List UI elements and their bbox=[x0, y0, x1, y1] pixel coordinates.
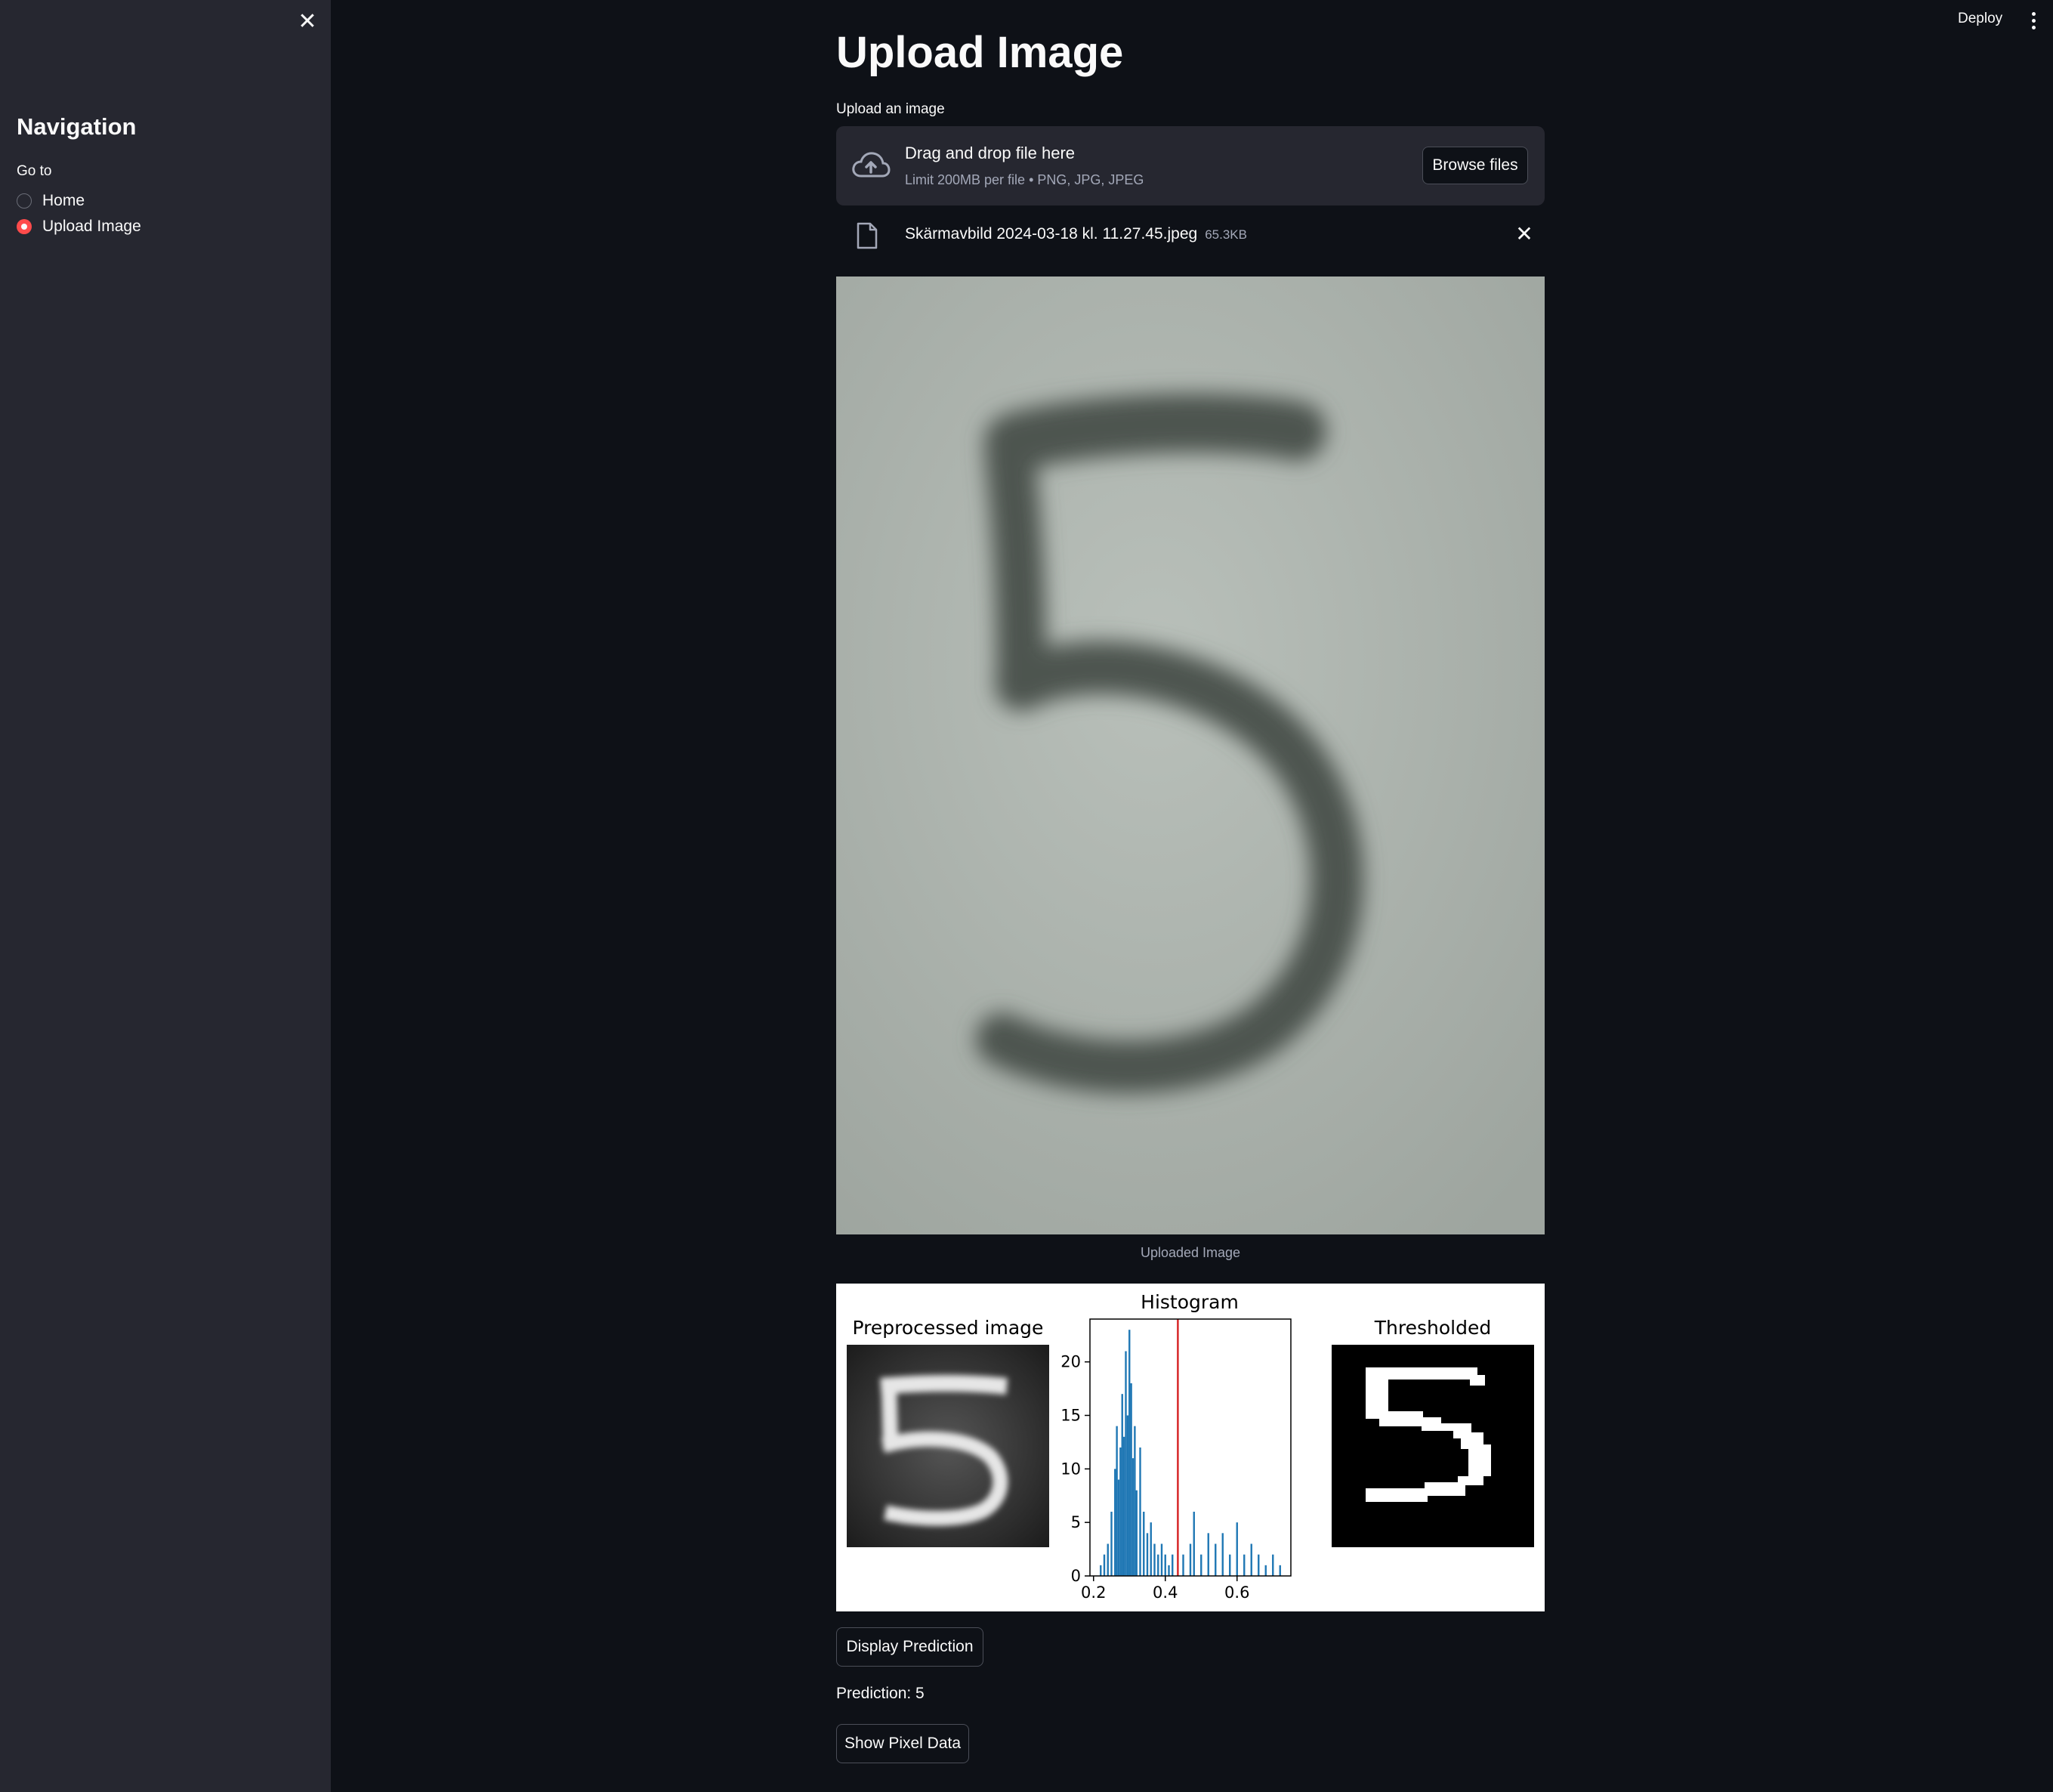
y-tick-label: 15 bbox=[1060, 1407, 1081, 1425]
radio-label-home: Home bbox=[42, 192, 85, 209]
close-icon: ✕ bbox=[298, 9, 317, 34]
histogram-bar bbox=[1200, 1554, 1202, 1576]
radio-option-home[interactable]: Home bbox=[17, 188, 85, 214]
matplotlib-figure: Preprocessed image Thresholded Histogram… bbox=[836, 1284, 1545, 1611]
dropzone-limit-text: Limit 200MB per file • PNG, JPG, JPEG bbox=[905, 172, 1144, 187]
file-uploader-label: Upload an image bbox=[836, 101, 945, 117]
histogram-bar bbox=[1215, 1543, 1217, 1576]
histogram-bar bbox=[1164, 1554, 1166, 1576]
preprocessed-title: Preprocessed image bbox=[853, 1317, 1044, 1339]
close-sidebar-button[interactable]: ✕ bbox=[295, 9, 320, 35]
more-vertical-icon bbox=[2031, 11, 2036, 16]
histogram-y-ticks: 0 5 10 15 20 bbox=[1060, 1353, 1090, 1585]
show-pixel-data-button[interactable]: Show Pixel Data bbox=[836, 1724, 969, 1763]
histogram-bar bbox=[1131, 1458, 1135, 1576]
browse-files-button[interactable]: Browse files bbox=[1422, 147, 1528, 184]
file-dropzone[interactable]: Drag and drop file here Limit 200MB per … bbox=[836, 126, 1545, 205]
histogram-bar bbox=[1146, 1533, 1149, 1576]
file-size: 65.3KB bbox=[1205, 227, 1247, 242]
histogram-bar bbox=[1143, 1512, 1145, 1576]
histogram-bar bbox=[1243, 1554, 1246, 1576]
histogram-bar bbox=[1279, 1565, 1281, 1576]
histogram-bar bbox=[1114, 1469, 1116, 1576]
display-prediction-button[interactable]: Display Prediction bbox=[836, 1627, 983, 1667]
histogram-bar bbox=[1229, 1554, 1231, 1576]
histogram-bar bbox=[1272, 1554, 1274, 1576]
histogram-bar bbox=[1150, 1522, 1152, 1576]
radio-button[interactable] bbox=[17, 193, 32, 209]
file-icon bbox=[857, 222, 878, 249]
y-tick-label: 20 bbox=[1060, 1353, 1081, 1371]
x-tick-label: 0.6 bbox=[1224, 1583, 1249, 1602]
histogram-bar bbox=[1189, 1543, 1192, 1576]
histogram-bar bbox=[1182, 1554, 1184, 1576]
histogram-bar bbox=[1236, 1522, 1238, 1576]
thresholded-title: Thresholded bbox=[1374, 1317, 1491, 1339]
histogram-bar bbox=[1121, 1394, 1123, 1576]
page-title: Upload Image bbox=[836, 28, 1124, 77]
histogram-bar bbox=[1103, 1554, 1106, 1576]
histogram-title: Histogram bbox=[1141, 1291, 1239, 1313]
x-tick-label: 0.2 bbox=[1081, 1583, 1106, 1602]
histogram-bar bbox=[1125, 1351, 1127, 1576]
histogram-bar bbox=[1126, 1415, 1129, 1576]
main-menu-button[interactable] bbox=[2024, 8, 2042, 33]
dropzone-instructions: Drag and drop file here bbox=[905, 144, 1076, 162]
uploaded-file-item: Skärmavbild 2024-03-18 kl. 11.27.45.jpeg… bbox=[836, 216, 1545, 255]
y-tick-label: 0 bbox=[1071, 1567, 1081, 1585]
histogram-bar bbox=[1128, 1330, 1131, 1576]
radio-label-upload-image: Upload Image bbox=[42, 218, 141, 235]
histogram-bar bbox=[1153, 1543, 1156, 1576]
y-tick-label: 5 bbox=[1071, 1513, 1081, 1531]
histogram-bars bbox=[1100, 1330, 1281, 1576]
radio-button-selected[interactable] bbox=[17, 219, 32, 234]
histogram-bar bbox=[1139, 1448, 1141, 1576]
histogram-bar bbox=[1119, 1448, 1122, 1576]
histogram-bar bbox=[1122, 1436, 1125, 1576]
histogram-bar bbox=[1100, 1565, 1102, 1576]
histogram-bar bbox=[1160, 1543, 1163, 1576]
cloud-upload-icon bbox=[852, 152, 891, 178]
radio-group-label: Go to bbox=[17, 163, 52, 179]
histogram-bar bbox=[1157, 1554, 1159, 1576]
histogram-x-ticks: 0.2 0.4 0.6 bbox=[1081, 1576, 1249, 1602]
histogram-bar bbox=[1258, 1554, 1260, 1576]
deploy-button[interactable]: Deploy bbox=[1952, 8, 2008, 30]
histogram-bar bbox=[1117, 1479, 1120, 1576]
uploaded-image bbox=[836, 277, 1545, 1234]
histogram-bar bbox=[1207, 1533, 1209, 1576]
y-tick-label: 10 bbox=[1060, 1460, 1081, 1478]
histogram-bar bbox=[1110, 1512, 1113, 1576]
remove-file-button[interactable]: ✕ bbox=[1513, 221, 1536, 248]
histogram-bar bbox=[1193, 1512, 1195, 1576]
image-caption: Uploaded Image bbox=[1140, 1245, 1241, 1260]
x-tick-label: 0.4 bbox=[1153, 1583, 1178, 1602]
histogram-bar bbox=[1130, 1383, 1132, 1576]
file-name-text: Skärmavbild 2024-03-18 kl. 11.27.45.jpeg bbox=[905, 225, 1198, 243]
close-icon: ✕ bbox=[1515, 222, 1533, 246]
sidebar-title: Navigation bbox=[17, 113, 137, 140]
file-name: Skärmavbild 2024-03-18 kl. 11.27.45.jpeg… bbox=[905, 225, 1247, 243]
histogram-bar bbox=[1107, 1543, 1109, 1576]
thresholded-image bbox=[1332, 1345, 1534, 1547]
histogram-bar bbox=[1135, 1490, 1138, 1576]
prediction-text: Prediction: 5 bbox=[836, 1685, 925, 1702]
histogram-bar bbox=[1221, 1533, 1224, 1576]
sidebar: ✕ Navigation Go to Home Upload Image bbox=[0, 0, 331, 1792]
histogram-bar bbox=[1172, 1554, 1174, 1576]
histogram-bar bbox=[1250, 1543, 1252, 1576]
radio-option-upload-image[interactable]: Upload Image bbox=[17, 214, 141, 239]
histogram-bar bbox=[1116, 1426, 1118, 1576]
histogram-bar bbox=[1134, 1426, 1136, 1576]
preprocessed-image bbox=[847, 1345, 1049, 1547]
histogram-bar bbox=[1168, 1565, 1170, 1576]
histogram-bar bbox=[1264, 1565, 1267, 1576]
